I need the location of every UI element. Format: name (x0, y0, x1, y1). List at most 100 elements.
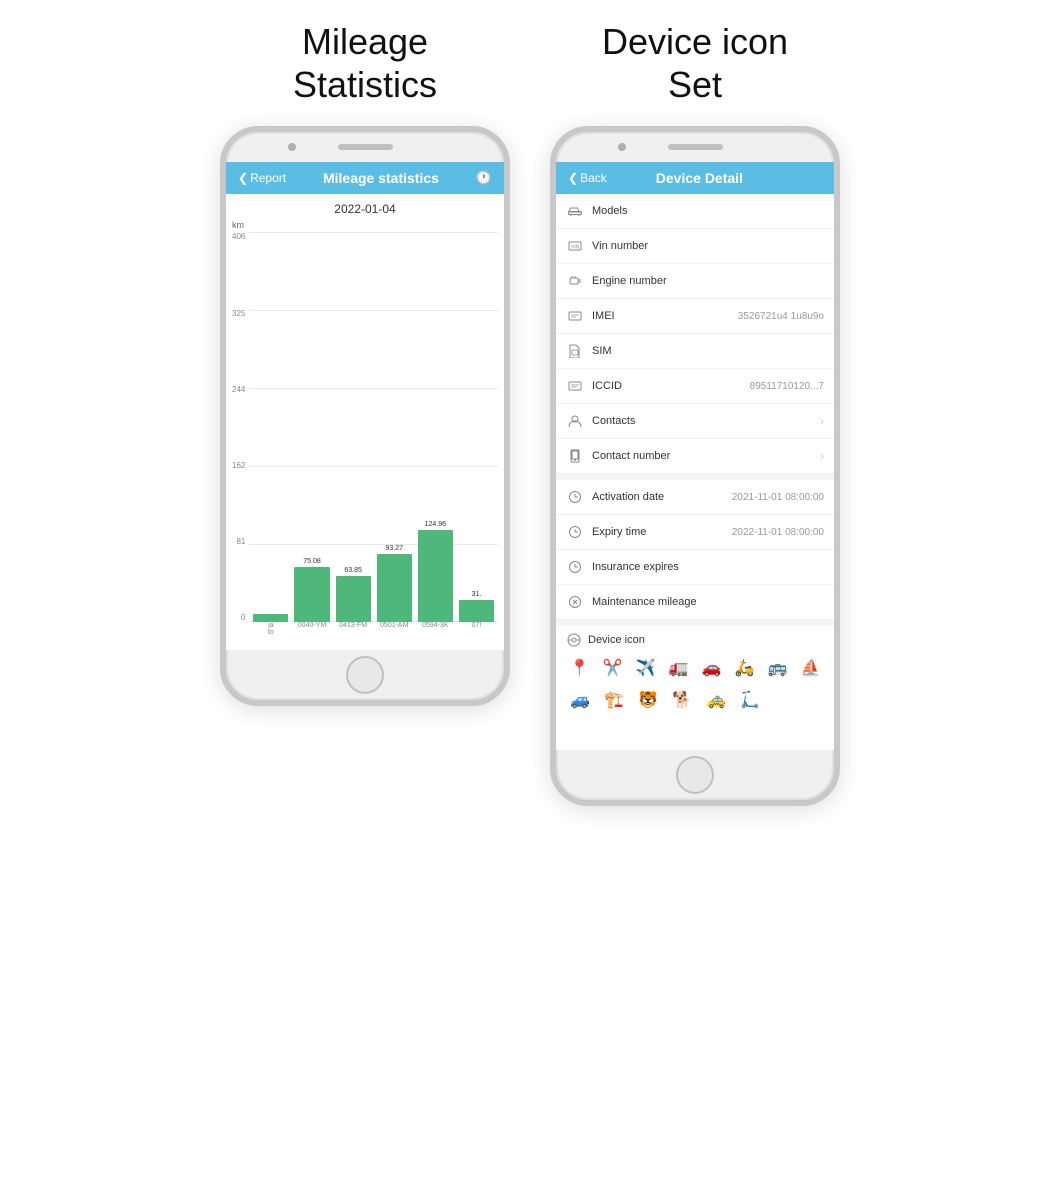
row-expiry: Expiry time 2022-11-01 08:00:00 (556, 515, 834, 550)
clock-icon-nav[interactable]: 🕐 (476, 170, 492, 186)
nav-back-label: Report (250, 171, 286, 185)
device-detail-list: Models VIN Vin number Engine number (556, 194, 834, 750)
x-label-3: 0501-AM (377, 622, 412, 629)
bar-2 (336, 576, 371, 622)
right-section: Device iconSet ❮ Back Device Detail (550, 20, 840, 806)
row-imei: IMEI 3526721u4 1u8u9o (556, 299, 834, 334)
nav-bar-right: ❮ Back Device Detail (556, 162, 834, 194)
bars-row: 75.08 63.85 (249, 232, 498, 622)
iccid-icon (566, 377, 584, 395)
device-icon-text: Device icon (588, 634, 645, 646)
left-section-title: MileageStatistics (293, 20, 437, 106)
y-axis: 406 325 244 162 81 0 (232, 232, 245, 644)
row-sim: SIM (556, 334, 834, 369)
sim-icon (566, 342, 584, 360)
x-label-1: 0040-YM (294, 622, 329, 629)
phone-bottom-left (226, 650, 504, 700)
row-contact-number[interactable]: Contact number › (556, 439, 834, 474)
label-imei: IMEI (592, 310, 738, 322)
x-label-2: 0413-FM (336, 622, 371, 629)
phone-icon (566, 447, 584, 465)
car-icon (566, 202, 584, 220)
phone-top-right (556, 132, 834, 162)
icon-excavator[interactable]: 🏗️ (600, 686, 628, 714)
speaker-left (338, 144, 393, 150)
row-vin: VIN Vin number (556, 229, 834, 264)
label-engine: Engine number (592, 275, 824, 287)
bar-value-4: 124.96 (425, 521, 446, 528)
value-imei: 3526721u4 1u8u9o (738, 311, 824, 322)
chevron-left-icon-right: ❮ (568, 171, 578, 185)
label-iccid: ICCID (592, 380, 750, 392)
device-icon-label: Device icon (566, 632, 824, 648)
phone-top-left (226, 132, 504, 162)
label-contact-number: Contact number (592, 450, 816, 462)
screen-right: ❮ Back Device Detail Models (556, 162, 834, 750)
nav-back-label-right: Back (580, 171, 607, 185)
km-label: km (232, 220, 498, 230)
x-labels: játo 0040-YM 0413-FM 0501-AM 0594-3K 07! (249, 622, 498, 644)
icon-kickscooter[interactable]: 🛴 (736, 686, 764, 714)
icon-suv[interactable]: 🚙 (566, 686, 594, 714)
x-label-0: játo (253, 622, 288, 636)
bar-value-3: 93.27 (385, 545, 403, 552)
row-insurance: Insurance expires (556, 550, 834, 585)
bar-0 (253, 614, 288, 622)
home-button-left[interactable] (346, 656, 384, 694)
x-label-4: 0594-3K (418, 622, 453, 629)
value-activation: 2021-11-01 08:00:00 (732, 492, 824, 503)
icon-scissors[interactable]: ✂️ (599, 654, 626, 682)
icon-truck[interactable]: 🚛 (665, 654, 692, 682)
label-models: Models (592, 205, 824, 217)
value-expiry: 2022-11-01 08:00:00 (732, 527, 824, 538)
icon-location[interactable]: 📍 (566, 654, 593, 682)
row-contacts[interactable]: Contacts › (556, 404, 834, 439)
speaker-right (668, 144, 723, 150)
nav-title-right: Device Detail (656, 170, 743, 186)
bar-value-1: 75.08 (303, 558, 321, 565)
icon-grid: 📍 ✂️ ✈️ 🚛 🚗 🛵 🚌 ⛵ 🚙 (566, 654, 824, 714)
icon-row-2: 🚙 🏗️ 🐯 🐕 🚕 🛴 (566, 686, 824, 714)
y-label-325: 325 (232, 309, 245, 318)
camera-right (618, 143, 626, 151)
bar-group-0 (253, 612, 288, 622)
label-maintenance: Maintenance mileage (592, 596, 824, 608)
imei-icon (566, 307, 584, 325)
icon-boat[interactable]: ⛵ (797, 654, 824, 682)
value-iccid: 89511710120...7 (750, 381, 824, 392)
x-label-5: 07! (459, 622, 494, 629)
engine-icon (566, 272, 584, 290)
chart-date: 2022-01-04 (232, 202, 498, 216)
icon-tiger[interactable]: 🐯 (634, 686, 662, 714)
bar-3 (377, 554, 412, 622)
clock-icon-activation (566, 488, 584, 506)
icon-car[interactable]: 🚗 (698, 654, 725, 682)
icon-row-1: 📍 ✂️ ✈️ 🚛 🚗 🛵 🚌 ⛵ (566, 654, 824, 682)
phone-bottom-right (556, 750, 834, 800)
label-contacts: Contacts (592, 415, 816, 427)
y-label-0: 0 (232, 613, 245, 622)
icon-taxi[interactable]: 🚕 (702, 686, 730, 714)
icon-scooter[interactable]: 🛵 (731, 654, 758, 682)
y-label-244: 244 (232, 385, 245, 394)
chart-container: 2022-01-04 km 406 325 244 162 81 0 (226, 194, 504, 650)
chevron-contact-number: › (820, 449, 824, 463)
home-button-right[interactable] (676, 756, 714, 794)
icon-dog[interactable]: 🐕 (668, 686, 696, 714)
chevron-left-icon: ❮ (238, 171, 248, 185)
icon-airplane[interactable]: ✈️ (632, 654, 659, 682)
row-engine: Engine number (556, 264, 834, 299)
chart-area: km 406 325 244 162 81 0 (232, 220, 498, 644)
nav-back-right[interactable]: ❮ Back (568, 171, 607, 185)
row-activation: Activation date 2021-11-01 08:00:00 (556, 480, 834, 515)
row-iccid: ICCID 89511710120...7 (556, 369, 834, 404)
wrench-icon (566, 593, 584, 611)
bars-area: 75.08 63.85 (249, 232, 498, 644)
icon-bus[interactable]: 🚌 (764, 654, 791, 682)
contacts-icon (566, 412, 584, 430)
nav-back-left[interactable]: ❮ Report (238, 171, 286, 185)
bar-value-5: 31. (472, 591, 482, 598)
phone-right: ❮ Back Device Detail Models (550, 126, 840, 806)
vin-icon: VIN (566, 237, 584, 255)
clock-icon-insurance (566, 558, 584, 576)
